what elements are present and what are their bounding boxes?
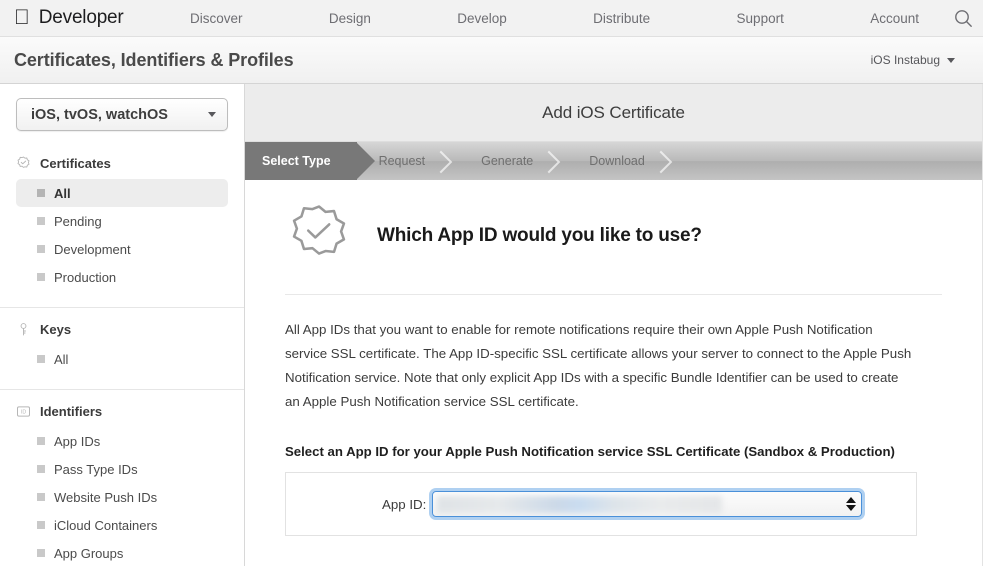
app-id-select-stepper[interactable] xyxy=(839,492,861,516)
platform-select-value: iOS, tvOS, watchOS xyxy=(31,106,168,123)
step-generate[interactable]: Generate xyxy=(459,142,567,180)
chevron-down-icon xyxy=(208,112,216,117)
sidebar-item-label: Development xyxy=(54,241,131,257)
bullet-icon xyxy=(37,217,45,225)
page-title: Certificates, Identifiers & Profiles xyxy=(14,49,294,70)
brand-logo[interactable]:  Developer xyxy=(0,7,180,29)
step-select-type[interactable]: Select Type xyxy=(245,142,375,180)
wizard-steps: Select Type Request Generate Download xyxy=(245,142,982,180)
bullet-icon xyxy=(37,273,45,281)
search-icon xyxy=(954,9,972,27)
sidebar-item-label: App Groups xyxy=(54,545,124,561)
sidebar-section-label: Keys xyxy=(40,321,72,337)
sidebar-item-label: Pass Type IDs xyxy=(54,461,138,477)
nav-link-develop[interactable]: Develop xyxy=(457,11,507,26)
sidebar-item-certificates-pending[interactable]: Pending xyxy=(16,207,228,235)
page-root:  Developer Discover Design Develop Dist… xyxy=(0,0,983,566)
sidebar-section-label: Certificates xyxy=(40,155,111,171)
bullet-icon xyxy=(37,355,45,363)
field-subheading: Select an App ID for your Apple Push Not… xyxy=(285,444,895,459)
wizard-content: Which App ID would you like to use? All … xyxy=(245,180,982,536)
search-button[interactable] xyxy=(943,9,983,28)
nav-link-distribute[interactable]: Distribute xyxy=(593,11,650,26)
apple-logo-icon:  xyxy=(14,7,30,28)
sidebar: iOS, tvOS, watchOS Certificates All Pend… xyxy=(0,84,245,566)
global-nav-links: Discover Design Develop Distribute Suppo… xyxy=(180,11,943,26)
bullet-icon xyxy=(37,437,45,445)
body-container: iOS, tvOS, watchOS Certificates All Pend… xyxy=(0,84,983,566)
step-label: Generate xyxy=(481,154,534,168)
nav-link-discover[interactable]: Discover xyxy=(190,11,243,26)
sidebar-item-label: All xyxy=(54,185,71,201)
app-id-label: App ID: xyxy=(382,496,427,512)
step-label: Select Type xyxy=(262,154,331,168)
sidebar-item-label: All xyxy=(54,351,69,367)
sidebar-section-keys: Keys All xyxy=(0,307,244,373)
main-title: Add iOS Certificate xyxy=(542,102,685,122)
key-icon xyxy=(20,322,27,335)
triangle-down-icon[interactable] xyxy=(845,505,856,511)
sidebar-section-header-identifiers: ID Identifiers xyxy=(0,401,244,421)
app-id-select[interactable] xyxy=(432,491,863,517)
platform-select[interactable]: iOS, tvOS, watchOS xyxy=(16,98,228,131)
step-label: Request xyxy=(378,154,426,168)
step-download[interactable]: Download xyxy=(567,142,679,180)
nav-link-support[interactable]: Support xyxy=(737,11,784,26)
nav-link-account[interactable]: Account xyxy=(870,11,919,26)
step-label: Download xyxy=(589,154,645,168)
sidebar-item-certificates-all[interactable]: All xyxy=(16,179,228,207)
id-badge-icon: ID xyxy=(17,405,31,417)
redacted-value xyxy=(437,496,723,513)
question-title: Which App ID would you like to use? xyxy=(377,225,702,246)
nav-link-design[interactable]: Design xyxy=(329,11,371,26)
app-id-select-value xyxy=(433,492,839,516)
sidebar-item-pass-type-ids[interactable]: Pass Type IDs xyxy=(16,455,228,483)
sidebar-section-header-keys: Keys xyxy=(0,319,244,339)
sidebar-item-label: Production xyxy=(54,269,117,285)
bullet-icon xyxy=(37,465,45,473)
certificate-seal-check-icon xyxy=(292,205,346,255)
sidebar-item-certificates-production[interactable]: Production xyxy=(16,263,228,291)
main-title-bar: Add iOS Certificate xyxy=(245,84,982,142)
sidebar-section-identifiers: ID Identifiers App IDs Pass Type IDs Web… xyxy=(0,389,244,566)
description-paragraph: All App IDs that you want to enable for … xyxy=(285,322,912,409)
page-subheader: Certificates, Identifiers & Profiles iOS… xyxy=(0,37,983,84)
bullet-icon xyxy=(37,493,45,501)
app-id-field-group: App ID: xyxy=(285,472,917,536)
team-name-label: iOS Instabug xyxy=(870,53,940,67)
sidebar-item-label: Website Push IDs xyxy=(54,489,158,505)
sidebar-section-certificates: Certificates All Pending Development Pro… xyxy=(0,153,244,291)
sidebar-section-label: Identifiers xyxy=(40,403,103,419)
brand-name-label: Developer xyxy=(23,7,124,28)
sidebar-item-website-push-ids[interactable]: Website Push IDs xyxy=(16,483,228,511)
chevron-down-icon xyxy=(947,57,955,63)
question-row: Which App ID would you like to use? xyxy=(285,180,942,270)
main-content: Add iOS Certificate Select Type Request … xyxy=(245,84,983,566)
global-navigation-bar:  Developer Discover Design Develop Dist… xyxy=(0,0,983,37)
bullet-icon xyxy=(37,549,45,557)
sidebar-item-label: App IDs xyxy=(54,433,101,449)
sidebar-section-header-certificates: Certificates xyxy=(0,153,244,173)
certificate-seal-icon xyxy=(17,156,30,168)
sidebar-item-label: iCloud Containers xyxy=(54,517,158,533)
sidebar-item-keys-all[interactable]: All xyxy=(16,345,228,373)
sidebar-item-certificates-development[interactable]: Development xyxy=(16,235,228,263)
team-selector[interactable]: iOS Instabug xyxy=(871,53,969,67)
svg-text:ID: ID xyxy=(21,409,26,415)
sidebar-item-app-groups[interactable]: App Groups xyxy=(16,539,228,566)
bullet-icon xyxy=(37,521,45,529)
sidebar-item-app-ids[interactable]: App IDs xyxy=(16,427,228,455)
bullet-icon xyxy=(37,189,45,197)
triangle-up-icon[interactable] xyxy=(845,497,856,503)
sidebar-item-icloud-containers[interactable]: iCloud Containers xyxy=(16,511,228,539)
bullet-icon xyxy=(37,245,45,253)
sidebar-item-label: Pending xyxy=(54,213,102,229)
